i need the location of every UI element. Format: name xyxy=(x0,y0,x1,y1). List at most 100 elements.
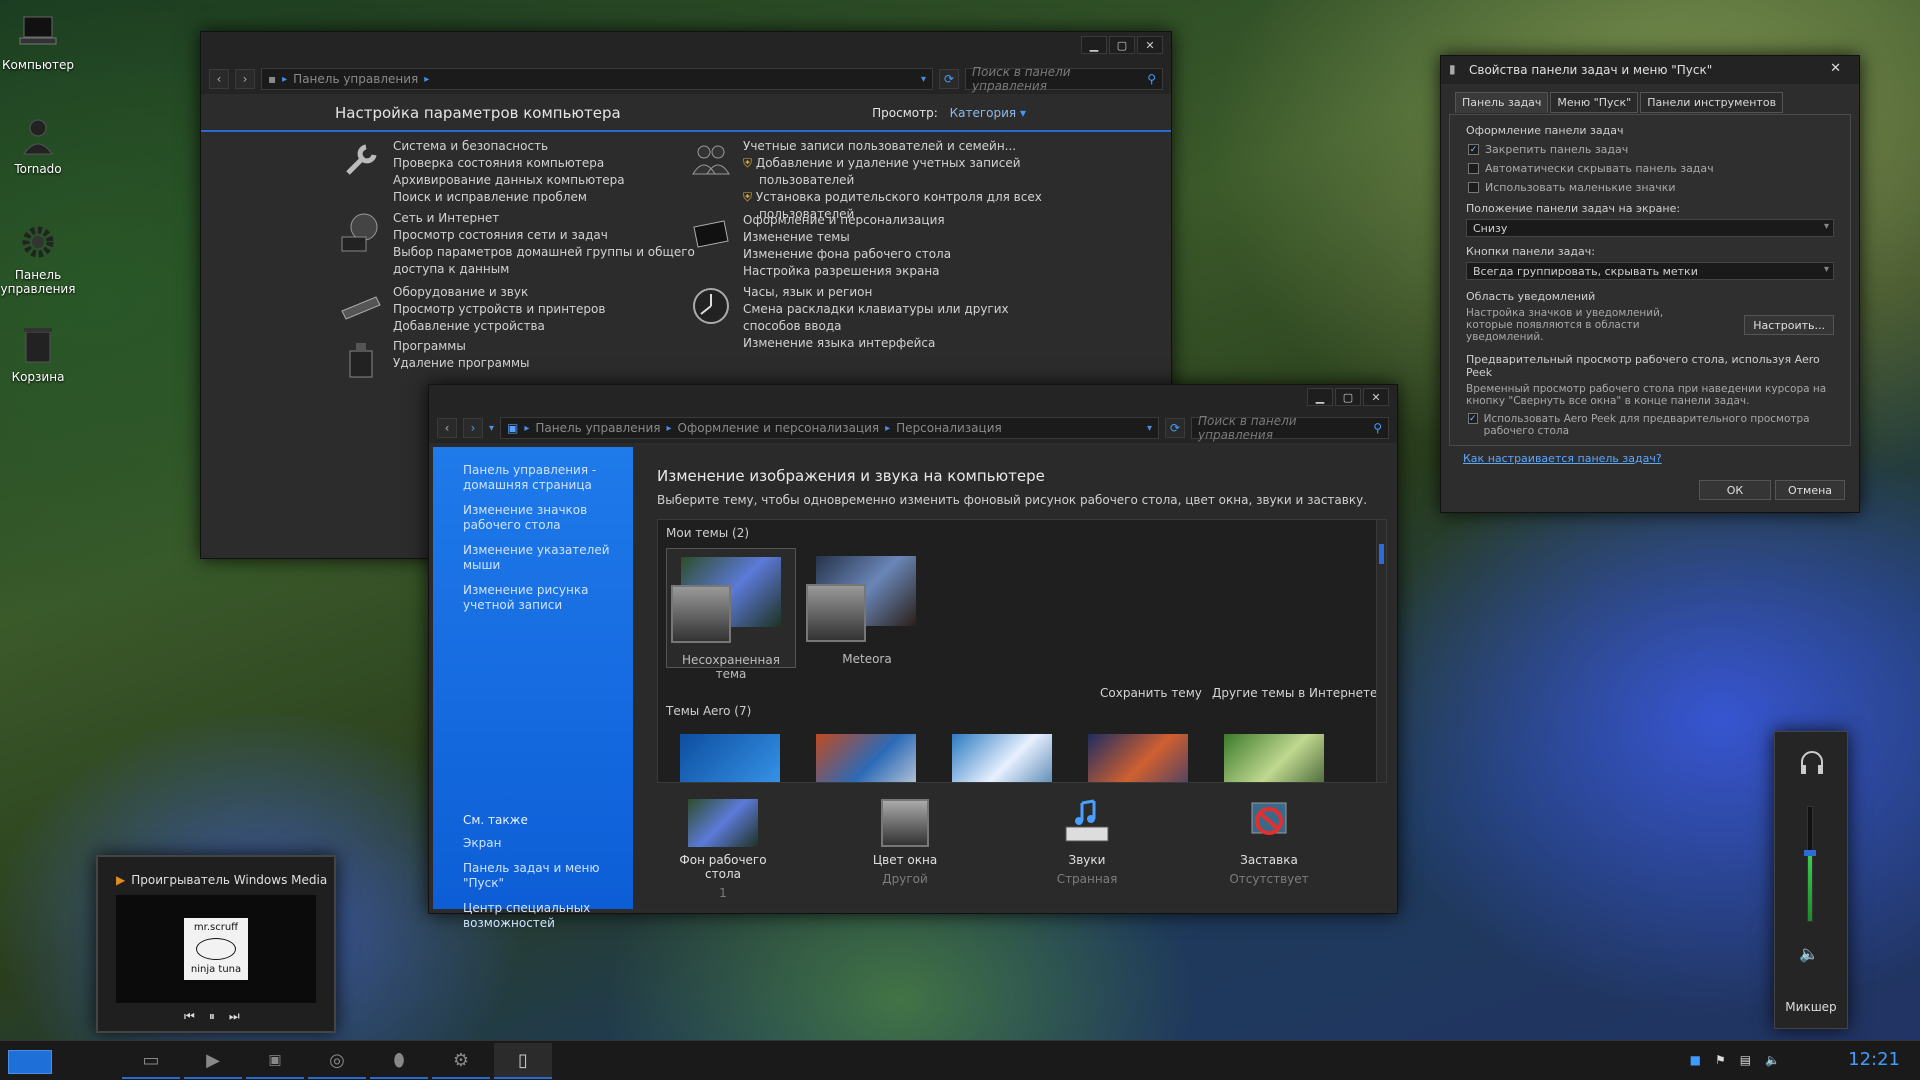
media-player-preview[interactable]: ▶ Проигрыватель Windows Media mr.scruff … xyxy=(96,855,336,1033)
category-title[interactable]: Оформление и персонализация xyxy=(743,212,951,229)
sidebar-link-home[interactable]: Панель управления - домашняя страница xyxy=(463,463,633,493)
close-button[interactable]: ✕ xyxy=(1137,36,1163,54)
forward-button[interactable]: › xyxy=(235,69,255,89)
breadcrumb-item[interactable]: Оформление и персонализация xyxy=(678,421,880,435)
start-button[interactable] xyxy=(8,1050,52,1074)
category-link[interactable]: Просмотр устройств и принтеров xyxy=(393,301,605,318)
address-field[interactable]: ▣ ▸ Панель управления ▸ Оформление и пер… xyxy=(500,417,1159,439)
breadcrumb-item[interactable]: Панель управления xyxy=(535,421,660,435)
refresh-icon[interactable]: ⟳ xyxy=(939,69,959,89)
category-link[interactable]: Изменение фона рабочего стола xyxy=(743,246,951,263)
category-link[interactable]: Смена раскладки клавиатуры или других xyxy=(743,301,1009,318)
category-link[interactable]: Настройка разрешения экрана xyxy=(743,263,951,280)
category-title[interactable]: Учетные записи пользователей и семейн... xyxy=(743,138,1042,155)
next-track-icon[interactable]: ⏭ xyxy=(229,1009,240,1024)
tab-toolbars[interactable]: Панели инструментов xyxy=(1640,92,1784,113)
category-link[interactable]: Поиск и исправление проблем xyxy=(393,189,625,206)
customize-button[interactable]: Настроить... xyxy=(1744,315,1834,335)
taskbar-explorer[interactable]: ▭ xyxy=(122,1043,180,1079)
dialog-titlebar[interactable]: ▮ Свойства панели задач и меню "Пуск" ✕ xyxy=(1441,56,1859,84)
breadcrumb-item[interactable]: Персонализация xyxy=(896,421,1002,435)
category-link[interactable]: Проверка состояния компьютера xyxy=(393,155,625,172)
view-selector[interactable]: Просмотр: Категория ▾ xyxy=(872,106,1026,120)
back-button[interactable]: ‹ xyxy=(437,418,457,438)
category-link[interactable]: Изменение темы xyxy=(743,229,951,246)
checkbox-lock-taskbar[interactable]: ✓ Закрепить панель задач xyxy=(1468,143,1834,156)
taskbar-control-panel[interactable]: ⚙ xyxy=(432,1043,490,1079)
category-link[interactable]: Архивирование данных компьютера xyxy=(393,172,625,189)
taskbar-buttons-select[interactable]: Всегда группировать, скрывать метки xyxy=(1466,262,1834,280)
category-link[interactable]: ⛨ Установка родительского контроля для в… xyxy=(743,189,1042,206)
category-link[interactable]: Выбор параметров домашней группы и общег… xyxy=(393,244,695,261)
desktop-icon-computer[interactable]: Компьютер xyxy=(0,10,76,72)
category-link[interactable]: доступа к данным xyxy=(393,261,695,278)
search-input[interactable]: Поиск в панели управления ⚲ xyxy=(965,65,1163,93)
aero-theme[interactable] xyxy=(1210,726,1340,782)
taskbar-photoshop[interactable]: ▣ xyxy=(246,1043,304,1079)
taskbar-position-select[interactable]: Снизу xyxy=(1466,219,1834,237)
help-link[interactable]: Как настраивается панель задач? xyxy=(1463,452,1662,465)
category-link[interactable]: Просмотр состояния сети и задач xyxy=(393,227,695,244)
theme-meteora[interactable]: Meteora xyxy=(802,548,932,668)
sidebar-link-taskbar[interactable]: Панель задач и меню "Пуск" xyxy=(463,861,633,891)
speaker-icon[interactable]: 🔈 xyxy=(1799,944,1819,963)
taskbar-browser[interactable]: ◎ xyxy=(308,1043,366,1079)
window-titlebar[interactable]: ▁ ▢ ✕ xyxy=(201,32,1171,64)
close-button[interactable]: ✕ xyxy=(1830,61,1841,76)
back-button[interactable]: ‹ xyxy=(209,69,229,89)
desktop-icon-control-panel[interactable]: Панель управления xyxy=(0,220,76,296)
ok-button[interactable]: ОК xyxy=(1699,480,1771,500)
taskbar-app[interactable]: ⬮ xyxy=(370,1043,428,1079)
sidebar-link-account-picture[interactable]: Изменение рисунка учетной записи xyxy=(463,583,633,613)
flag-icon[interactable]: ⚑ xyxy=(1715,1053,1726,1067)
volume-icon[interactable]: 🔈 xyxy=(1765,1053,1780,1067)
volume-thumb[interactable] xyxy=(1804,849,1816,856)
window-color-button[interactable]: Цвет окна Другой xyxy=(845,799,965,886)
category-link[interactable]: Удаление программы xyxy=(393,355,530,372)
category-link[interactable]: ⛨ Добавление и удаление учетных записей xyxy=(743,155,1042,172)
sidebar-link-desktop-icons[interactable]: Изменение значков рабочего стола xyxy=(463,503,633,533)
refresh-icon[interactable]: ⟳ xyxy=(1165,418,1185,438)
checkbox-aero-peek[interactable]: ✓ Использовать Aero Peek для предваритель… xyxy=(1468,413,1834,437)
volume-slider[interactable] xyxy=(1804,806,1816,922)
taskbar-settings-window[interactable]: ▯ xyxy=(494,1043,552,1079)
desktop-icon-user[interactable]: Tornado xyxy=(0,114,76,176)
breadcrumb[interactable]: Панель управления xyxy=(293,72,418,86)
address-field[interactable]: ▪ ▸ Панель управления ▸ ▾ xyxy=(261,68,933,90)
tab-start-menu[interactable]: Меню "Пуск" xyxy=(1550,92,1639,113)
checkbox-autohide[interactable]: Автоматически скрывать панель задач xyxy=(1468,162,1834,175)
taskbar-media-player[interactable]: ▶ xyxy=(184,1043,242,1079)
sidebar-link-display[interactable]: Экран xyxy=(463,836,633,851)
aero-theme[interactable] xyxy=(1074,726,1204,782)
themes-list[interactable]: Мои темы (2) Несохраненная тема Meteora … xyxy=(657,519,1387,783)
category-title[interactable]: Система и безопасность xyxy=(393,138,625,155)
category-link[interactable]: способов ввода xyxy=(743,318,1009,335)
chevron-down-icon[interactable]: ▾ xyxy=(489,423,494,434)
themes-scrollbar[interactable] xyxy=(1376,520,1386,782)
more-themes-link[interactable]: Другие темы в Интернете xyxy=(1212,686,1377,700)
category-title[interactable]: Оборудование и звук xyxy=(393,284,605,301)
pause-icon[interactable]: ⏸ xyxy=(209,1009,215,1024)
sounds-button[interactable]: Звуки Странная xyxy=(1027,799,1147,886)
category-link[interactable]: Добавление устройства xyxy=(393,318,605,335)
tray-square-icon[interactable]: ■ xyxy=(1690,1053,1701,1067)
sidebar-link-accessibility[interactable]: Центр специальных возможностей xyxy=(463,901,633,931)
desktop-icon-recycle-bin[interactable]: Корзина xyxy=(0,322,76,384)
theme-unsaved[interactable]: Несохраненная тема xyxy=(666,548,796,681)
save-theme-link[interactable]: Сохранить тему xyxy=(1100,686,1202,700)
minimize-button[interactable]: ▁ xyxy=(1081,36,1107,54)
mixer-label[interactable]: Микшер xyxy=(1775,1000,1847,1014)
previous-track-icon[interactable]: ⏮ xyxy=(184,1009,195,1024)
maximize-button[interactable]: ▢ xyxy=(1109,36,1135,54)
category-title[interactable]: Сеть и Интернет xyxy=(393,210,695,227)
tab-taskbar[interactable]: Панель задач xyxy=(1455,92,1549,113)
close-button[interactable]: ✕ xyxy=(1363,388,1389,406)
maximize-button[interactable]: ▢ xyxy=(1335,388,1361,406)
forward-button[interactable]: › xyxy=(463,418,483,438)
sidebar-link-mouse-pointers[interactable]: Изменение указателей мыши xyxy=(463,543,633,573)
window-titlebar[interactable]: ▁ ▢ ✕ xyxy=(429,385,1397,413)
category-title[interactable]: Часы, язык и регион xyxy=(743,284,1009,301)
aero-theme[interactable] xyxy=(802,726,932,782)
category-title[interactable]: Программы xyxy=(393,338,530,355)
chevron-down-icon[interactable]: ▾ xyxy=(921,74,926,85)
